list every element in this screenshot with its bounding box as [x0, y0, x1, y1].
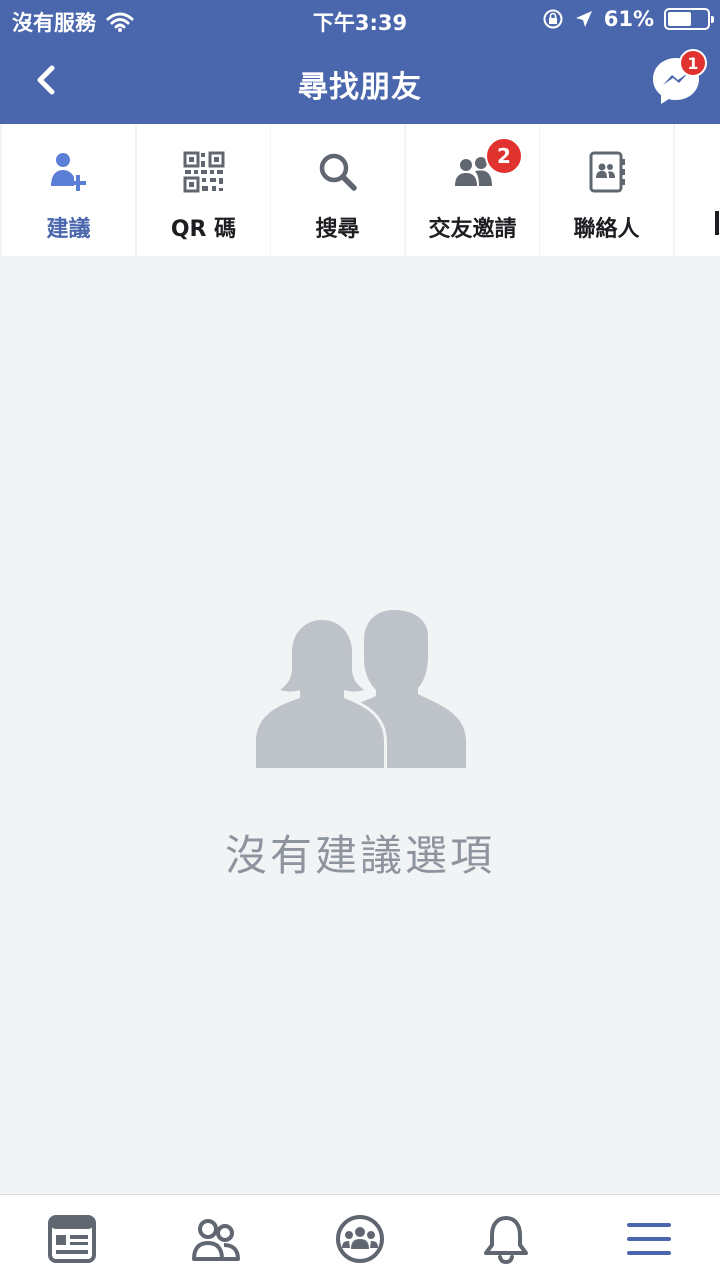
news-feed-icon: [48, 1215, 96, 1263]
rotation-lock-icon: [543, 9, 563, 29]
header-bar: 沒有服務 下午3:39 61% 尋找朋友 1: [0, 0, 720, 124]
contacts-icon: [589, 151, 625, 193]
notifications-bell-icon: [484, 1216, 528, 1265]
location-arrow-icon: [575, 11, 592, 27]
friends-icon: [192, 1219, 240, 1261]
find-friends-tabs: 建議 QR 碼 搜尋 交友邀請 聯絡人: [0, 124, 720, 258]
groups-icon: [336, 1215, 384, 1263]
tab-label: 搜尋: [315, 217, 360, 242]
empty-state-text: 沒有建議選項: [224, 831, 495, 880]
tab-label: 交友邀請: [428, 217, 517, 242]
battery-icon: [664, 8, 714, 30]
tab-label: QR 碼: [170, 217, 237, 242]
partial-label-glyph: [715, 211, 719, 235]
tab-suggestions[interactable]: 建議: [2, 124, 135, 256]
tab-more-partial[interactable]: [675, 124, 720, 256]
search-icon: [319, 153, 357, 191]
bottom-tab-menu[interactable]: [624, 1213, 676, 1265]
status-bar: 沒有服務 下午3:39 61%: [0, 0, 720, 40]
add-friend-icon: [50, 153, 86, 191]
tab-label: 聯絡人: [573, 217, 640, 242]
bottom-tab-friends[interactable]: [190, 1213, 242, 1265]
tab-qr-code[interactable]: QR 碼: [137, 124, 270, 256]
menu-icon: [627, 1223, 671, 1255]
bottom-tab-bar: [0, 1194, 720, 1280]
bottom-tab-news-feed[interactable]: [46, 1213, 98, 1265]
nav-bar: 尋找朋友 1: [0, 40, 720, 124]
page-title: 尋找朋友: [298, 70, 422, 105]
tab-search[interactable]: 搜尋: [271, 124, 404, 256]
bottom-tab-groups[interactable]: [334, 1213, 386, 1265]
tab-contacts[interactable]: 聯絡人: [540, 124, 673, 256]
friend-requests-badge: 2: [485, 137, 523, 175]
empty-state-illustration: [252, 604, 468, 772]
status-right: 61%: [542, 7, 714, 31]
battery-fill: [668, 12, 691, 26]
people-silhouette-icon: [253, 610, 466, 771]
qr-code-icon: [183, 151, 224, 193]
bottom-tab-notifications[interactable]: [480, 1213, 532, 1265]
messenger-badge: 1: [679, 49, 707, 77]
tab-label: 建議: [46, 217, 91, 242]
battery-percent: 61%: [603, 7, 654, 31]
